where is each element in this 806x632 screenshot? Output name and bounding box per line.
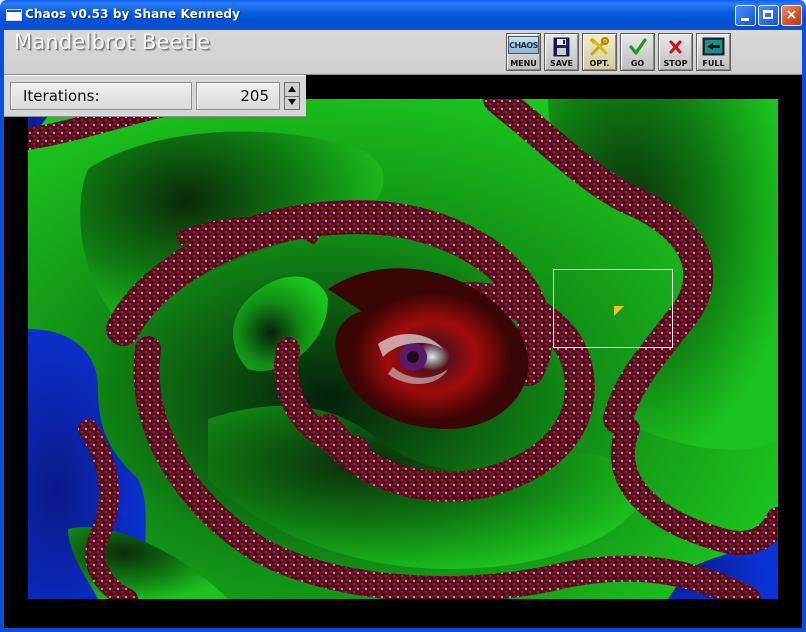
app-window-icon <box>6 9 22 21</box>
fullscreen-button-label: FULL <box>702 59 725 68</box>
fullscreen-button[interactable]: FULL <box>696 33 731 71</box>
go-button[interactable]: GO <box>620 33 655 71</box>
save-button[interactable]: SAVE <box>544 33 579 71</box>
options-button[interactable]: OPT. <box>582 33 617 71</box>
spinner-down-arrow-icon[interactable] <box>285 96 299 109</box>
checkmark-icon <box>629 38 647 55</box>
iterations-label: Iterations: <box>23 87 100 105</box>
fractal-image <box>28 99 778 599</box>
app-window: Chaos v0.53 by Shane Kennedy × Mandelbro… <box>0 0 806 632</box>
fullscreen-icon <box>702 37 725 56</box>
window-title: Chaos v0.53 by Shane Kennedy <box>25 7 241 21</box>
stop-button[interactable]: STOP <box>658 33 693 71</box>
window-border-bottom <box>0 628 806 632</box>
fractal-canvas[interactable] <box>28 99 778 599</box>
fractal-title: Mandelbrot Beetle <box>14 30 211 54</box>
stop-button-label: STOP <box>663 59 688 68</box>
close-button[interactable]: × <box>781 5 802 26</box>
client-area: Mandelbrot Beetle CHAOS MENU SAVE OPT. G… <box>4 30 802 628</box>
floppy-disk-icon <box>553 37 570 57</box>
x-icon <box>669 40 682 54</box>
chaos-logo-icon: CHAOS <box>508 36 539 54</box>
close-icon: × <box>785 7 798 23</box>
iterations-panel: Iterations: 205 <box>4 75 306 117</box>
zoom-selection-box[interactable] <box>553 269 673 348</box>
header-bar: Mandelbrot Beetle CHAOS MENU SAVE OPT. G… <box>4 30 802 75</box>
spinner-up-arrow-icon[interactable] <box>285 83 299 97</box>
options-button-label: OPT. <box>589 59 610 68</box>
window-border-right <box>802 30 806 632</box>
iterations-label-box: Iterations: <box>10 82 192 110</box>
menu-button-label: MENU <box>510 59 537 68</box>
save-button-label: SAVE <box>549 59 574 68</box>
mouse-cursor-icon <box>614 306 624 316</box>
iterations-value: 205 <box>240 87 269 105</box>
iterations-value-field[interactable]: 205 <box>196 82 280 110</box>
tools-icon <box>589 37 609 56</box>
title-bar[interactable]: Chaos v0.53 by Shane Kennedy × <box>0 0 806 30</box>
iterations-spinner[interactable] <box>284 82 300 110</box>
menu-button[interactable]: CHAOS MENU <box>506 33 541 71</box>
maximize-button[interactable] <box>758 5 779 26</box>
go-button-label: GO <box>630 59 645 68</box>
minimize-button[interactable] <box>735 5 756 26</box>
